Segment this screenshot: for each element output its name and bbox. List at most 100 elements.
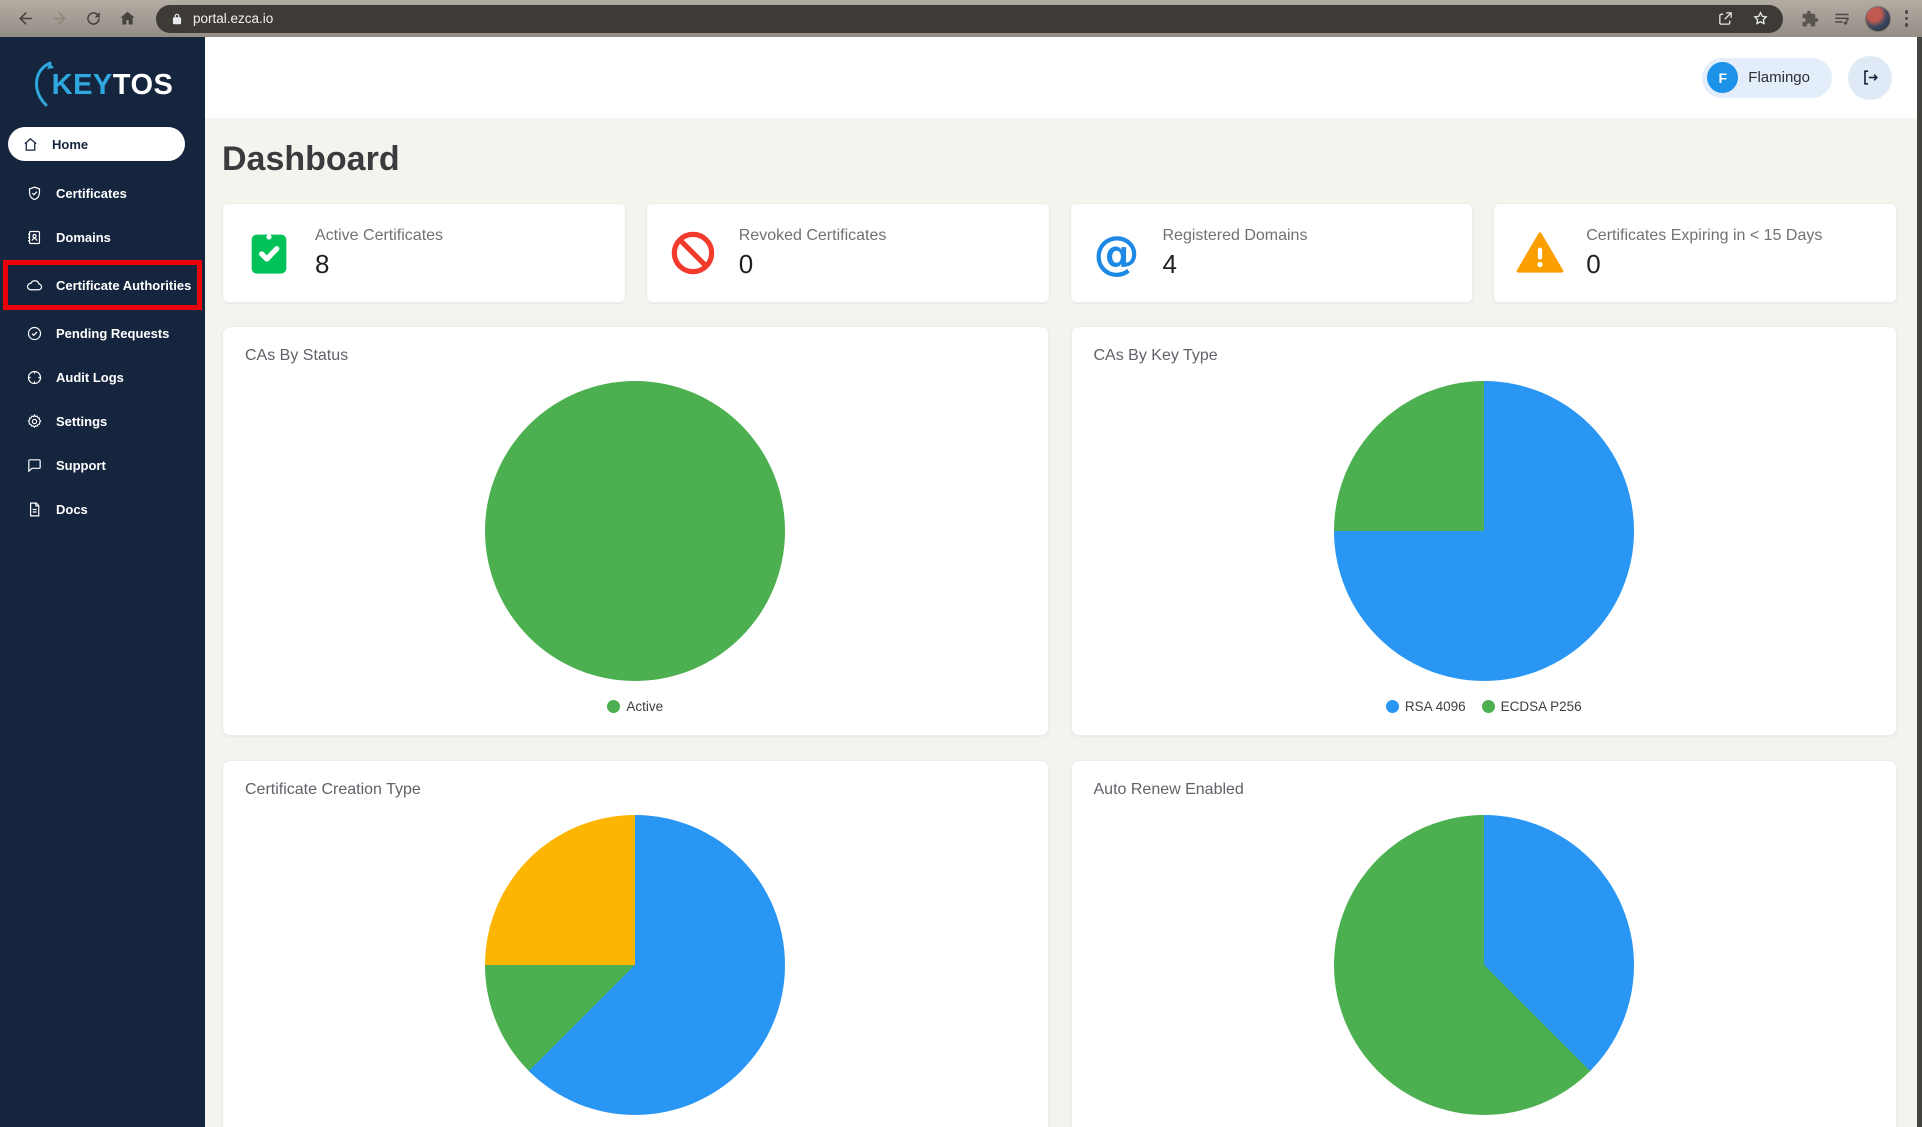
forward-button[interactable] [44, 4, 74, 34]
app-window: KEYTOS Home Certificates Domains Certifi… [0, 37, 1922, 1127]
chart-card-cas-by-status: CAs By Status Active [222, 326, 1049, 736]
stat-card-active-certificates: Active Certificates 8 [222, 203, 626, 303]
pie-chart-auto-renew-enabled [1333, 815, 1634, 1115]
user-name: Flamingo [1748, 69, 1810, 86]
url-text: portal.ezca.io [193, 11, 274, 26]
address-bar[interactable]: portal.ezca.io [156, 4, 1783, 33]
stats-row: Active Certificates 8 Revoked Certificat… [222, 203, 1897, 303]
sidebar-item-certificate-authorities[interactable]: Certificate Authorities [8, 265, 197, 305]
back-button[interactable] [10, 4, 40, 34]
sidebar-item-label: Docs [56, 501, 88, 517]
chart-legend: RSA 4096 ECDSA P256 [1094, 699, 1875, 714]
sidebar-item-label: Home [52, 136, 89, 152]
sidebar-item-label: Certificate Authorities [56, 277, 192, 293]
sidebar-item-label: Audit Logs [56, 369, 124, 385]
home-button[interactable] [112, 4, 142, 34]
bookmark-star-icon[interactable] [1752, 10, 1769, 27]
legend-item: RSA 4096 [1385, 699, 1466, 714]
stat-card-revoked-certificates: Revoked Certificates 0 [645, 203, 1050, 303]
logo-text: KEYTOS [51, 68, 174, 101]
warning-icon [1514, 227, 1566, 279]
chart-title: CAs By Key Type [1093, 347, 1218, 364]
legend-dot-icon [1481, 700, 1495, 713]
browser-toolbar: portal.ezca.io [0, 0, 1922, 37]
document-icon [30, 502, 40, 516]
pie-chart-certificate-creation-type [485, 815, 786, 1115]
keytos-logo[interactable]: KEYTOS [0, 57, 205, 113]
clipboard-check-icon [243, 227, 295, 279]
stat-label: Certificates Expiring in < 15 Days [1586, 226, 1823, 244]
chart-card-certificate-creation-type: Certificate Creation Type Azure Key Vaul… [222, 760, 1049, 1127]
browser-profile-avatar[interactable] [1864, 5, 1891, 32]
user-avatar: F [1707, 62, 1739, 93]
main-area: F Flamingo Dashboard Active Certificates [205, 37, 1922, 1127]
toolbar-right-cluster [1801, 5, 1913, 32]
sidebar-item-label: Pending Requests [56, 325, 170, 341]
home-icon [24, 137, 37, 151]
sidebar-item-settings[interactable]: Settings [0, 399, 205, 443]
stat-value: 0 [1586, 248, 1601, 279]
top-bar: F Flamingo [205, 37, 1922, 118]
chart-title: Certificate Creation Type [245, 781, 421, 798]
sidebar-item-audit-logs[interactable]: Audit Logs [0, 355, 205, 399]
sidebar: KEYTOS Home Certificates Domains Certifi… [0, 37, 205, 1127]
legend-item: Active [607, 699, 663, 714]
chart-card-cas-by-key-type: CAs By Key Type RSA 4096 ECDSA P256 [1070, 326, 1897, 736]
legend-dot-icon [1385, 700, 1399, 713]
browser-menu-icon[interactable] [1904, 10, 1908, 27]
stat-value: 8 [315, 248, 330, 279]
sidebar-item-label: Settings [56, 413, 108, 429]
logout-icon [1863, 70, 1878, 85]
gear-icon [27, 413, 42, 428]
reload-button[interactable] [78, 4, 108, 34]
stat-value: 4 [1162, 248, 1177, 279]
block-icon [667, 227, 719, 279]
legend-label: ECDSA P256 [1500, 699, 1582, 714]
sidebar-item-domains[interactable]: Domains [0, 215, 205, 259]
chart-title: Auto Renew Enabled [1093, 781, 1244, 798]
page-scrollbar[interactable] [1917, 37, 1922, 1127]
media-list-icon[interactable] [1833, 10, 1851, 28]
keytos-shield-swoosh-icon [34, 61, 54, 107]
chart-legend: Active [245, 699, 1026, 714]
legend-label: RSA 4096 [1404, 699, 1466, 714]
sidebar-item-label: Support [56, 457, 106, 473]
lock-icon [172, 13, 182, 24]
reload-icon [86, 12, 100, 25]
browser-home-icon [119, 11, 135, 25]
audit-dial-icon [27, 370, 42, 384]
sidebar-item-label: Certificates [56, 185, 127, 201]
page-title: Dashboard [222, 140, 400, 178]
shield-check-icon [28, 185, 41, 200]
sidebar-item-pending-requests[interactable]: Pending Requests [0, 311, 205, 355]
legend-label: Active [626, 699, 664, 714]
stat-label: Active Certificates [315, 226, 444, 244]
check-circle-icon [27, 326, 42, 340]
pie-chart-cas-by-key-type [1333, 381, 1634, 681]
stat-value: 0 [738, 248, 754, 279]
dashboard-content: Dashboard Active Certificates 8 Revoked … [205, 118, 1922, 1127]
legend-dot-icon [607, 700, 621, 713]
logout-button[interactable] [1848, 55, 1892, 100]
sidebar-item-certificates[interactable]: Certificates [0, 171, 205, 215]
chart-card-auto-renew-enabled: Auto Renew Enabled Manual LifecycleAutom… [1070, 760, 1897, 1127]
charts-grid: CAs By Status Active CAs By Key Type RSA… [222, 326, 1897, 1127]
sidebar-item-support[interactable]: Support [0, 443, 205, 487]
sidebar-item-label: Domains [56, 229, 111, 245]
pie-chart-cas-by-status [485, 381, 786, 681]
legend-item: ECDSA P256 [1481, 699, 1582, 714]
chart-title: CAs By Status [245, 347, 349, 364]
stat-card-registered-domains: @ Registered Domains 4 [1069, 203, 1474, 303]
annotation-highlight-box: Certificate Authorities [3, 260, 202, 310]
share-icon[interactable] [1717, 10, 1734, 27]
sidebar-item-home[interactable]: Home [8, 127, 185, 161]
sidebar-item-docs[interactable]: Docs [0, 487, 205, 531]
at-sign-icon: @ [1093, 226, 1140, 280]
sidebar-nav: Home Certificates Domains Certificate Au… [0, 127, 205, 531]
back-icon [18, 12, 32, 25]
cloud-icon [27, 279, 43, 290]
stat-label: Registered Domains [1162, 226, 1308, 244]
user-chip[interactable]: F Flamingo [1702, 57, 1832, 98]
extensions-puzzle-icon[interactable] [1801, 10, 1819, 28]
stat-label: Revoked Certificates [738, 226, 887, 244]
